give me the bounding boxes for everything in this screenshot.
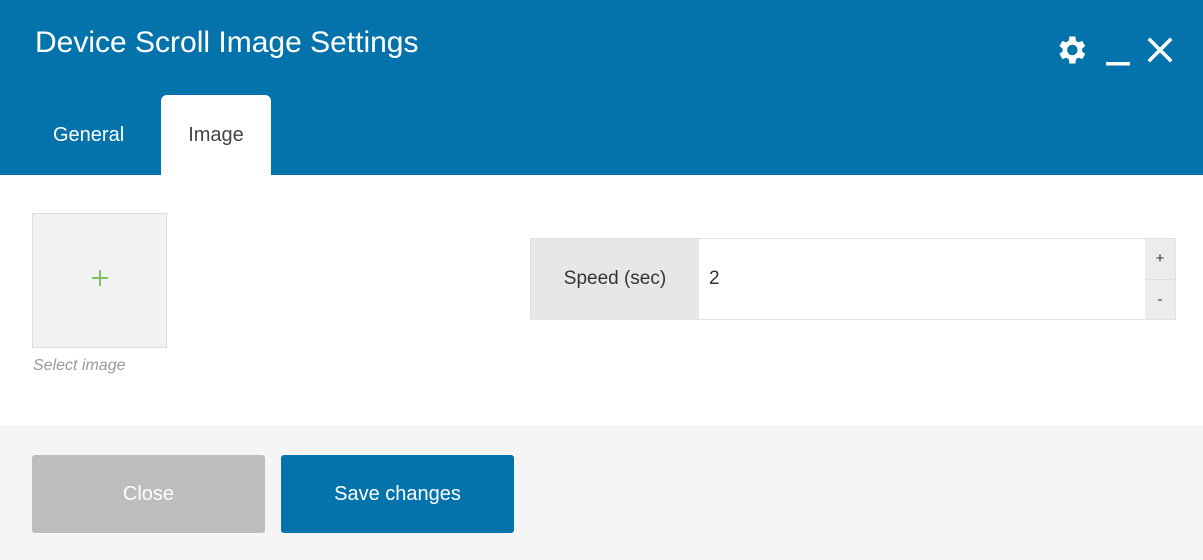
tab-bar: General Image xyxy=(35,95,271,175)
tab-image-label: Image xyxy=(188,123,244,146)
close-icon[interactable] xyxy=(1147,37,1173,63)
image-picker[interactable] xyxy=(32,213,167,348)
speed-stepper: + - xyxy=(1145,239,1175,319)
speed-field-group: Speed (sec) + - xyxy=(530,238,1176,320)
increment-button[interactable]: + xyxy=(1145,239,1175,280)
speed-input[interactable] xyxy=(699,239,1145,319)
close-button[interactable]: Close xyxy=(32,455,265,533)
tab-general-label: General xyxy=(53,123,125,146)
save-button[interactable]: Save changes xyxy=(281,455,514,533)
gear-icon[interactable] xyxy=(1053,32,1089,68)
tab-image[interactable]: Image xyxy=(161,95,271,175)
dialog-title: Device Scroll Image Settings xyxy=(35,26,419,59)
tab-content: Select image Speed (sec) + - xyxy=(0,175,1203,425)
minimize-icon[interactable] xyxy=(1105,32,1131,68)
image-caption: Select image xyxy=(33,357,126,374)
dialog-header: Device Scroll Image Settings General Ima… xyxy=(0,0,1203,175)
speed-label: Speed (sec) xyxy=(531,239,699,319)
plus-icon xyxy=(90,268,110,293)
window-controls xyxy=(1053,28,1173,72)
dialog-footer: Close Save changes xyxy=(0,425,1203,560)
tab-general[interactable]: General xyxy=(35,95,161,175)
decrement-button[interactable]: - xyxy=(1145,280,1175,320)
